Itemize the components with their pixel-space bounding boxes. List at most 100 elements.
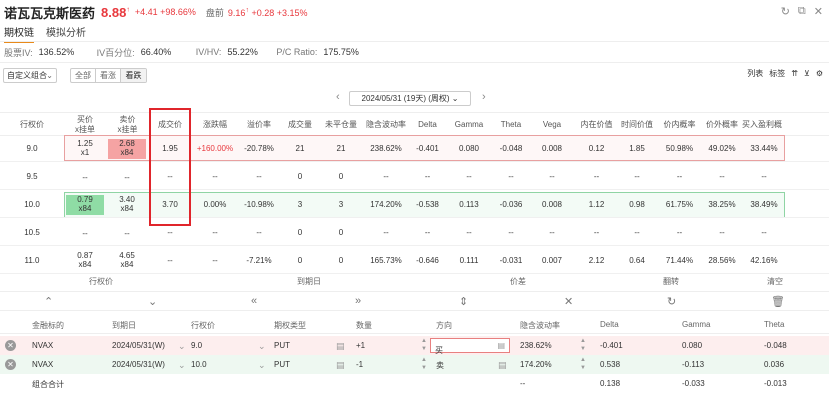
stepper-icon[interactable]: ▲ ▼ [421,337,427,353]
cell-itm-prob[interactable]: -- [657,164,702,190]
calendar-icon[interactable]: ▤ [498,360,507,371]
cell-vega[interactable]: 0.008 [528,192,576,218]
gear-icon[interactable]: ⚙ [816,69,823,78]
chain-row[interactable]: 11.0 -- -- -7.21% 0 0 165.73% -0.646 0.111 -0.031… [0,248,829,274]
prev-expiry-icon[interactable]: ‹ [336,91,340,103]
calendar-icon[interactable]: ▤ [336,341,345,352]
cell-premium[interactable]: -10.98% [239,192,279,218]
col-profit-prob[interactable]: 买入盈利概 [742,113,786,137]
cell-profit-prob[interactable]: -- [742,220,786,246]
spread-widen-icon[interactable]: ⇕ [459,295,468,308]
chevron-down-icon[interactable]: ⌄ [258,360,266,371]
bid-quote[interactable]: 1.25 x1 [66,139,104,159]
cell-time-value[interactable]: 1.85 [617,136,657,162]
col-itm-prob[interactable]: 价内概率 [657,113,702,137]
cell-theta[interactable]: -- [494,220,528,246]
ask-quote[interactable]: -- [108,223,146,243]
cell-delta[interactable]: -- [411,164,444,190]
cell-itm-prob[interactable]: 71.44% [657,248,702,274]
col-bid[interactable]: 买价 x挂单 [64,113,106,137]
cell-volume[interactable]: 0 [279,248,321,274]
cell-otm-prob[interactable]: 38.25% [702,192,742,218]
filter-put-button[interactable]: 看跌 [121,69,146,82]
cell-gamma[interactable]: 0.080 [444,136,494,162]
stepper-icon[interactable]: ▲ ▼ [421,356,427,372]
remove-icon[interactable]: ✕ [5,359,16,370]
cell-gamma[interactable]: -- [444,220,494,246]
col-time-value[interactable]: 时间价值 [617,113,657,137]
filter-call-button[interactable]: 看涨 [96,69,121,82]
cell-volume[interactable]: 0 [279,220,321,246]
tag-button[interactable]: 标签 [769,68,785,79]
cell-gamma[interactable]: 0.111 [444,248,494,274]
cell-chg[interactable]: -- [191,248,239,274]
cell-itm-prob[interactable]: -- [657,220,702,246]
cell-vega[interactable]: -- [528,164,576,190]
cell-intrinsic[interactable]: 0.12 [576,136,617,162]
cell-premium[interactable]: -20.78% [239,136,279,162]
next-expiry-icon[interactable]: › [482,91,486,103]
bid-quote[interactable]: -- [66,167,104,187]
cell-otm-prob[interactable]: 49.02% [702,136,742,162]
expiry-next-icon[interactable]: » [355,295,361,307]
cell-premium[interactable]: -- [239,220,279,246]
cell-oi[interactable]: 0 [321,220,361,246]
cell-profit-prob[interactable]: -- [742,164,786,190]
cell-volume[interactable]: 0 [279,164,321,190]
cell-delta[interactable]: -0.538 [411,192,444,218]
bid-quote[interactable]: -- [66,223,104,243]
pos-direction[interactable]: 卖 [436,360,444,371]
cell-intrinsic[interactable]: 2.12 [576,248,617,274]
calendar-icon[interactable]: ▤ [336,360,345,371]
col-intrinsic[interactable]: 内在价值 [576,113,617,137]
strike-down-icon[interactable]: ⌄ [148,295,157,308]
bid-quote[interactable]: 0.79 x84 [66,195,104,215]
cell-time-value[interactable]: 0.98 [617,192,657,218]
cell-chg[interactable]: -- [191,220,239,246]
cell-profit-prob[interactable]: 33.44% [742,136,786,162]
col-iv[interactable]: 隐含波动率 [361,113,411,137]
cell-premium[interactable]: -- [239,164,279,190]
cell-otm-prob[interactable]: -- [702,220,742,246]
strike-up-icon[interactable]: ⌃ [44,295,53,308]
cell-intrinsic[interactable]: 1.12 [576,192,617,218]
cell-oi[interactable]: 21 [321,136,361,162]
cell-chg[interactable]: -- [191,164,239,190]
cell-vega[interactable]: 0.007 [528,248,576,274]
cell-vega[interactable]: 0.008 [528,136,576,162]
cell-delta[interactable]: -0.401 [411,136,444,162]
chevron-down-icon[interactable]: ⌄ [178,341,186,352]
stepper-icon[interactable]: ▲ ▼ [580,356,586,372]
cell-volume[interactable]: 21 [279,136,321,162]
cell-theta[interactable]: -0.031 [494,248,528,274]
cell-gamma[interactable]: -- [444,164,494,190]
cell-profit-prob[interactable]: 38.49% [742,192,786,218]
filter-all-button[interactable]: 全部 [71,69,96,82]
cell-oi[interactable]: 3 [321,192,361,218]
chain-row[interactable]: 10.5 -- -- -- 0 0 -- -- -- -- -- -- -- -- -- -- -- -- [0,220,829,246]
cell-delta[interactable]: -- [411,220,444,246]
list-button[interactable]: 列表 [747,68,763,79]
tab-simulation[interactable]: 模拟分析 [46,24,86,41]
spread-narrow-icon[interactable]: ✕ [564,295,573,308]
position-row[interactable]: ✕ NVAX 2024/05/31(W) ⌄ 9.0 ⌄ PUT ▤ +1 ▲ ▼… [0,336,829,355]
close-icon[interactable]: ✕ [814,5,823,18]
chevron-down-icon[interactable]: ⌄ [258,341,266,352]
ask-quote[interactable]: -- [108,167,146,187]
combo-select[interactable]: 自定义组合 ⌄ [3,68,57,83]
refresh-icon[interactable]: ↻ [781,5,790,18]
stepper-icon[interactable]: ▲ ▼ [580,337,586,353]
chevron-down-icon[interactable]: ⌄ [178,360,186,371]
col-vega[interactable]: Vega [528,113,576,137]
cell-time-value[interactable]: -- [617,220,657,246]
cell-iv[interactable]: 238.62% [361,136,411,162]
cell-delta[interactable]: -0.646 [411,248,444,274]
pos-expiry[interactable]: 2024/05/31(W) [112,360,165,369]
col-otm-prob[interactable]: 价外概率 [702,113,742,137]
remove-icon[interactable]: ✕ [5,340,16,351]
col-ask[interactable]: 卖价 x挂单 [106,113,149,137]
ask-quote[interactable]: 2.68 x84 [108,139,146,159]
cell-iv[interactable]: 174.20% [361,192,411,218]
cell-intrinsic[interactable]: -- [576,164,617,190]
flip-icon[interactable]: ↻ [667,295,676,308]
